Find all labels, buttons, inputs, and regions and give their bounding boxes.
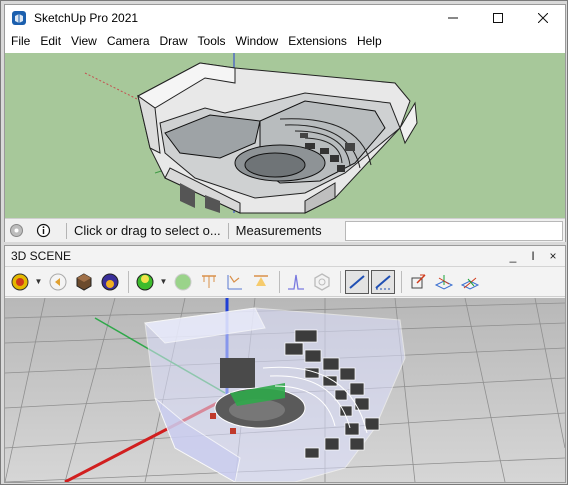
status-divider	[227, 222, 229, 239]
status-hint: Click or drag to select o...	[74, 223, 221, 238]
measurements-label: Measurements	[235, 223, 322, 238]
render-settings-icon	[11, 273, 29, 290]
environment-button[interactable]	[98, 270, 122, 294]
status-divider	[66, 222, 67, 239]
export-icon	[411, 273, 426, 288]
panel-header: 3D SCENE _ I ×	[5, 246, 565, 267]
spotlight-icon	[254, 274, 268, 286]
menu-bar: File Edit View Camera Draw Tools Window …	[5, 30, 565, 52]
export-button[interactable]	[406, 270, 430, 294]
edge-render-alt-icon	[375, 274, 391, 289]
menu-camera[interactable]: Camera	[103, 34, 156, 48]
3d-scene-panel: 3D SCENE _ I × ▼ ▼	[4, 245, 566, 483]
edge-render-alt-button[interactable]	[371, 269, 395, 294]
section-plane-button[interactable]	[432, 270, 456, 294]
histogram-icon	[288, 274, 304, 290]
light-sphere-button[interactable]	[171, 270, 195, 294]
maximize-button[interactable]	[475, 5, 520, 30]
light-sphere-icon	[174, 273, 192, 290]
histogram-button[interactable]	[284, 270, 308, 294]
toolbar-divider	[401, 270, 402, 293]
environment-icon	[101, 273, 119, 290]
menu-view[interactable]: View	[67, 34, 103, 48]
menu-window[interactable]: Window	[232, 34, 285, 48]
section-plane-icon	[434, 274, 454, 290]
close-icon	[537, 12, 548, 23]
status-bar: Click or drag to select o... Measurement…	[5, 218, 565, 242]
clip-plane-button[interactable]	[458, 270, 482, 294]
menu-draw[interactable]: Draw	[156, 34, 194, 48]
render-toolbar: ▼ ▼	[5, 267, 565, 297]
render-settings-button[interactable]	[8, 270, 32, 294]
dropdown-arrow-icon[interactable]: ▼	[34, 277, 43, 286]
window-title: SketchUp Pro 2021	[34, 10, 139, 25]
minimize-icon	[447, 17, 458, 18]
panel-minimize-button[interactable]: _	[505, 249, 521, 263]
denoise-icon	[314, 272, 330, 291]
light-rig-icon	[202, 274, 216, 288]
toolbar-divider	[340, 270, 341, 293]
toolbar-divider	[279, 270, 280, 293]
title-bar: SketchUp Pro 2021	[5, 5, 565, 30]
application-frame: SketchUp Pro 2021 File Edit View Camera …	[0, 0, 568, 485]
sketchup-logo-icon	[12, 10, 26, 25]
menu-file[interactable]: File	[7, 34, 36, 48]
modeling-viewport[interactable]	[5, 53, 565, 218]
geolocation-icon[interactable]	[9, 223, 24, 238]
close-button[interactable]	[520, 5, 565, 30]
spotlight-button[interactable]	[249, 270, 273, 294]
sun-color-button[interactable]	[133, 270, 157, 294]
minimize-button[interactable]	[430, 5, 475, 30]
material-button[interactable]	[72, 270, 96, 294]
ies-light-button[interactable]	[223, 270, 247, 294]
clip-plane-icon	[460, 277, 480, 290]
dropdown-arrow-icon[interactable]: ▼	[159, 277, 168, 286]
lighting-button[interactable]	[46, 270, 70, 294]
light-rig-button[interactable]	[197, 270, 221, 294]
ies-light-icon	[227, 274, 242, 289]
menu-help[interactable]: Help	[353, 34, 388, 48]
building-model	[84, 53, 418, 214]
sun-color-icon	[136, 273, 154, 290]
lighting-icon	[49, 273, 67, 290]
sketchup-window: SketchUp Pro 2021 File Edit View Camera …	[4, 4, 566, 242]
toolbar-divider	[128, 270, 129, 293]
3d-render-viewport[interactable]	[5, 298, 565, 482]
info-icon[interactable]	[36, 223, 51, 238]
material-cube-icon	[76, 272, 92, 291]
panel-pin-button[interactable]: I	[525, 249, 541, 263]
panel-title: 3D SCENE	[11, 249, 72, 263]
menu-edit[interactable]: Edit	[36, 34, 67, 48]
panel-close-button[interactable]: ×	[545, 249, 561, 263]
denoise-button[interactable]	[310, 270, 334, 294]
menu-tools[interactable]: Tools	[194, 34, 232, 48]
measurements-input[interactable]	[345, 221, 563, 241]
rendered-building	[5, 298, 565, 482]
maximize-icon	[492, 12, 503, 23]
edge-render-icon	[349, 274, 365, 289]
edge-render-button[interactable]	[345, 269, 369, 294]
menu-extensions[interactable]: Extensions	[284, 34, 353, 48]
